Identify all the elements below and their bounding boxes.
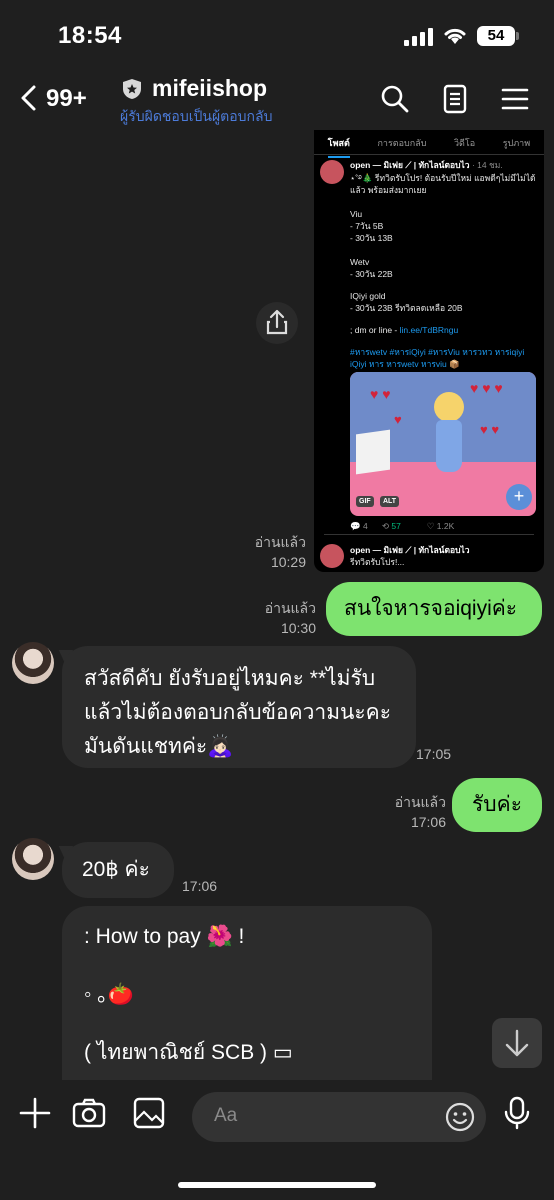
message-time: 17:05 bbox=[416, 746, 452, 762]
post-hashtags: iQiyi หาร หารwetv หารviu 📦 bbox=[350, 359, 460, 369]
unread-count[interactable]: 99+ bbox=[46, 85, 87, 113]
incoming-message[interactable]: : How to pay 🌺 ! ◦ ｡🍅 ( ไทยพาณิชย์ SCB )… bbox=[62, 906, 432, 1080]
share-button[interactable] bbox=[256, 302, 298, 344]
read-receipt: อ่านแล้ว 10:30 bbox=[264, 600, 316, 636]
status-time: 18:54 bbox=[58, 22, 122, 49]
plus-icon[interactable] bbox=[18, 1096, 52, 1130]
avatar[interactable] bbox=[12, 642, 54, 684]
message-input-placeholder: Aa bbox=[214, 1105, 238, 1126]
outgoing-message[interactable]: สนใจหารจอiqiyiค่ะ bbox=[326, 582, 542, 636]
post-author: open — มิเฟย ⟋ | ทักไลน์ตอบไว bbox=[350, 545, 470, 555]
menu-icon[interactable] bbox=[500, 84, 530, 114]
read-receipt: อ่านแล้ว 10:29 bbox=[254, 534, 306, 570]
signal-icon bbox=[404, 28, 434, 46]
official-shield-icon bbox=[123, 79, 141, 99]
image-icon[interactable] bbox=[132, 1096, 166, 1130]
post-line: แล้ว พร้อมส่งมากเยย bbox=[350, 185, 427, 195]
post-hashtags: #หารwetv #หารiQiyi #หารViu หารวทว หารiqi… bbox=[350, 347, 525, 357]
post-line: ; dm or line - lin.ee/TdBRngu bbox=[350, 325, 459, 335]
post-line: Viu bbox=[350, 209, 363, 219]
post-avatar bbox=[320, 160, 344, 184]
post-avatar bbox=[320, 544, 344, 568]
gif-badge: GIF bbox=[356, 496, 374, 507]
post-line: IQiyi gold bbox=[350, 291, 386, 301]
incoming-message[interactable]: สวัสดีคับ ยังรับอยู่ไหมคะ **ไม่รับ แล้วไ… bbox=[62, 646, 416, 768]
shared-image-message[interactable]: โพสต์ การตอบกลับ วิดีโอ รูปภาพ open — มิ… bbox=[314, 130, 544, 572]
message-time: 17:06 bbox=[182, 878, 218, 894]
search-icon[interactable] bbox=[380, 84, 410, 114]
outgoing-message[interactable]: รับค่ะ bbox=[452, 778, 542, 832]
post-line: - 30วัน 13B bbox=[350, 233, 393, 243]
post-line: รีทวิตรับโปร!... bbox=[350, 557, 405, 567]
read-receipt: อ่านแล้ว 17:06 bbox=[394, 794, 446, 830]
compose-fab-icon: + bbox=[506, 484, 532, 510]
camera-icon[interactable] bbox=[72, 1096, 106, 1130]
chat-header: 99+ mifeiishop ผู้รับผิดชอบเป็นผู้ตอบกลั… bbox=[0, 72, 554, 130]
microphone-icon[interactable] bbox=[500, 1096, 534, 1130]
avatar[interactable] bbox=[12, 838, 54, 880]
emoji-icon[interactable] bbox=[444, 1101, 476, 1133]
input-bar: Aa bbox=[0, 1080, 554, 1200]
back-arrow-icon[interactable] bbox=[18, 84, 38, 112]
wifi-icon bbox=[444, 28, 466, 44]
status-bar: 18:54 54 bbox=[0, 0, 554, 72]
home-indicator bbox=[178, 1182, 376, 1188]
notes-icon[interactable] bbox=[440, 84, 470, 114]
scroll-down-button[interactable] bbox=[492, 1018, 542, 1068]
post-line: - 7วัน 5B bbox=[350, 221, 384, 231]
chat-title: mifeiishop bbox=[152, 75, 268, 101]
battery-indicator: 54 bbox=[477, 26, 519, 46]
post-gif-image: ♥ ♥ ♥ ♥ ♥ ♥ ♥ ♥ GIF ALT + bbox=[350, 372, 536, 516]
post-author: open — มิเฟย ⟋ | ทักไลน์ตอบไว · 14 ชม. bbox=[350, 160, 503, 170]
incoming-message[interactable]: 20฿ ค่ะ bbox=[62, 842, 174, 898]
share-icon bbox=[266, 309, 288, 335]
alt-badge: ALT bbox=[380, 496, 400, 507]
post-line: Wetv bbox=[350, 257, 370, 267]
post-stats: 💬 4 ⟲ 57 ♡ 1.2K bbox=[350, 521, 455, 531]
arrow-down-icon bbox=[505, 1029, 529, 1057]
post-line: - 30วัน 23B รีทวิตลดเหลือ 20B bbox=[350, 303, 463, 313]
message-list[interactable]: โพสต์ การตอบกลับ วิดีโอ รูปภาพ open — มิ… bbox=[0, 130, 554, 1080]
post-line: ⋆˚࿔🎄 รีทวิตรับโปร! ต้อนรับปีใหม่ แอพดีๆไ… bbox=[350, 173, 536, 183]
post-line: - 30วัน 22B bbox=[350, 269, 393, 279]
chat-subtitle: ผู้รับผิดชอบเป็นผู้ตอบกลับ bbox=[120, 108, 273, 124]
divider bbox=[314, 154, 544, 155]
message-input[interactable]: Aa bbox=[192, 1092, 486, 1142]
